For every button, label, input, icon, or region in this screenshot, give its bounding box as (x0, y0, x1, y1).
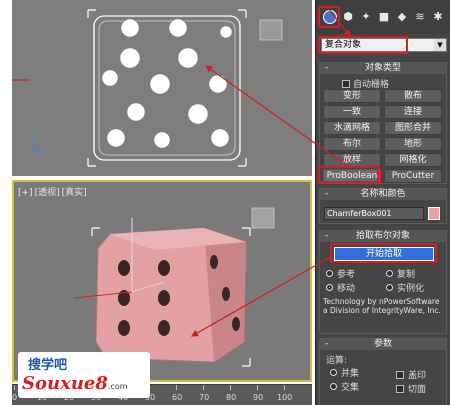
ruler-tick-label: 90 (253, 393, 264, 402)
object-name-value: ChamferBox001 (327, 209, 392, 218)
ruler-tick-label: 70 (199, 393, 210, 402)
op-option[interactable]: 交集 (330, 380, 359, 393)
pick-mode-option[interactable]: 复制 (386, 267, 415, 280)
radio-move-label: 移动 (337, 284, 356, 294)
rollout-object-type-header[interactable]: - 对象类型 (320, 63, 446, 74)
watermark-brand: Souxue8 (22, 373, 108, 394)
rollout-parameters-header[interactable]: - 参数 (320, 339, 446, 350)
cookie-label: 切面 (408, 385, 427, 395)
imprint-label: 盖印 (408, 371, 427, 381)
radio-copy-label: 复制 (397, 270, 416, 280)
radio-instance-label: 实例化 (397, 284, 425, 294)
check-option[interactable]: 盖印 (396, 368, 426, 381)
shapemerge-button[interactable]: 图形合并 (384, 121, 442, 135)
collapse-icon[interactable]: - (325, 339, 328, 350)
radio-move[interactable] (326, 284, 333, 291)
collapse-icon[interactable]: - (325, 189, 328, 200)
create-shapes-icon[interactable]: ⬢ (341, 10, 355, 24)
systems-icon[interactable]: ✱ (431, 10, 445, 24)
dice-perspective (73, 207, 275, 367)
radio-intersection[interactable] (330, 383, 337, 390)
rollout-parameters-title: 参数 (373, 339, 392, 349)
watermark-cn: 搜学吧 (28, 358, 68, 373)
collapse-icon[interactable]: - (325, 231, 328, 242)
imprint-checkbox[interactable] (396, 370, 404, 379)
radio-union[interactable] (330, 369, 337, 376)
cookie-checkbox[interactable] (396, 384, 404, 393)
spacewarps-icon[interactable]: ≋ (413, 10, 427, 24)
autogrid-checkbox[interactable] (342, 79, 350, 88)
credits-text: Technology by nPowerSoftware a Division … (323, 297, 441, 315)
operation-label: 运算: (326, 356, 348, 366)
conform-button[interactable]: 一致 (323, 105, 381, 119)
radio-reference[interactable] (326, 270, 333, 277)
check-option[interactable]: 切面 (396, 382, 426, 395)
radio-intersection-label: 交集 (341, 383, 360, 393)
object-name-field[interactable]: ChamferBox001 (324, 207, 424, 220)
highlight-geometry-tab (318, 6, 340, 28)
procutter-button[interactable]: ProCutter (384, 169, 442, 183)
command-panel: ⬢ ✦ ■ ◆ ≋ ✱ 复合对象 ▼ - 对象类型 自动栅格 变形 散布 一致 … (315, 0, 450, 405)
rollout-pick-boolean-title: 拾取布尔对象 (355, 231, 410, 241)
radio-reference-label: 参考 (337, 270, 356, 280)
watermark-logo: 搜学吧 Souxue8.com (18, 352, 150, 398)
radio-instance[interactable] (386, 284, 393, 291)
pick-mode-option[interactable]: 移动 (326, 281, 355, 294)
ruler-tick-label: 100 (277, 393, 293, 402)
rollout-name-color-header[interactable]: - 名称和颜色 (320, 189, 446, 200)
object-color-swatch[interactable] (428, 207, 440, 220)
viewport-top[interactable] (12, 0, 312, 176)
rollout-object-type-title: 对象类型 (364, 63, 401, 73)
highlight-proboolean (318, 166, 379, 183)
cameras-icon[interactable]: ■ (377, 10, 391, 24)
rollout-name-color-title: 名称和颜色 (360, 189, 406, 199)
dice-top-wireframe (12, 9, 283, 167)
rollout-name-color: - 名称和颜色 ChamferBox001 (319, 188, 447, 224)
pick-mode-option[interactable]: 参考 (326, 267, 355, 280)
highlight-category-dropdown (318, 36, 408, 54)
helpers-icon[interactable]: ◆ (395, 10, 409, 24)
lights-icon[interactable]: ✦ (359, 10, 373, 24)
collapse-icon[interactable]: - (325, 63, 328, 74)
blobmesh-button[interactable]: 水滴网格 (323, 121, 381, 135)
highlight-start-pick (330, 243, 437, 263)
op-option[interactable]: 并集 (330, 366, 359, 379)
radio-copy[interactable] (386, 270, 393, 277)
boolean-button[interactable]: 布尔 (323, 137, 381, 151)
ruler-tick-label: 0 (12, 393, 18, 402)
ruler-tick-label: 60 (172, 393, 183, 402)
morph-button[interactable]: 变形 (323, 89, 381, 103)
radio-union-label: 并集 (341, 369, 360, 379)
watermark-suffix: .com (107, 382, 128, 391)
terrain-button[interactable]: 地形 (384, 137, 442, 151)
rollout-parameters: - 参数 运算: 并集 交集 盖印 切面 (319, 338, 447, 405)
mesher-button[interactable]: 网格化 (384, 153, 442, 167)
connect-button[interactable]: 连接 (384, 105, 442, 119)
rollout-pick-boolean-header[interactable]: - 拾取布尔对象 (320, 231, 446, 242)
ruler-tick-label: 80 (226, 393, 237, 402)
chevron-down-icon[interactable]: ▼ (434, 39, 446, 51)
loft-button[interactable]: 放样 (323, 153, 381, 167)
scatter-button[interactable]: 散布 (384, 89, 442, 103)
pick-mode-option[interactable]: 实例化 (386, 281, 424, 294)
